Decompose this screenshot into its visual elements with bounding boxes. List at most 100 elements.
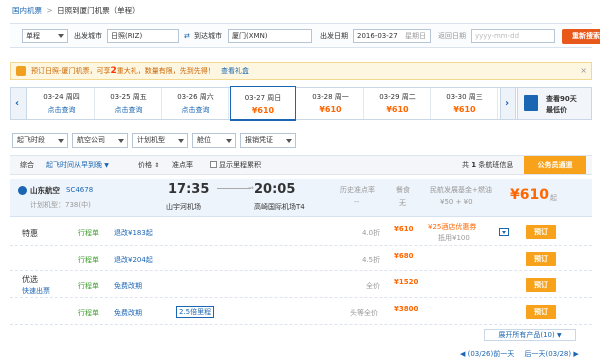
trip-type-value: 单程 xyxy=(26,32,40,40)
date-price: ¥610 xyxy=(386,105,409,114)
breadcrumb-separator: > xyxy=(46,6,53,15)
filter-label: 起飞时段 xyxy=(17,136,45,144)
lowest-price: ¥610 xyxy=(510,187,549,203)
aircraft-type[interactable]: 计划机型：738(中) xyxy=(30,200,91,210)
return-date-input[interactable]: yyyy-mm-dd xyxy=(471,29,555,43)
date-price: 点击查询 xyxy=(47,106,76,114)
date-tab-0327-selected[interactable]: 03-27 周日 ¥610 xyxy=(230,86,296,121)
voucher-type: 行程单 xyxy=(78,309,99,317)
search-button[interactable]: 重新搜索 xyxy=(562,29,600,44)
date-tab-0329[interactable]: 03-29 周二 ¥610 xyxy=(365,88,431,119)
depart-airport: 山宇河机场 xyxy=(166,203,201,211)
swap-cities-icon[interactable]: ⇄ xyxy=(184,29,190,43)
refund-rule-link[interactable]: 退改¥204起 xyxy=(114,255,153,265)
return-date-label: 返回日期 xyxy=(438,32,466,40)
filter-cabin[interactable]: 舱位 xyxy=(192,133,236,148)
depart-date-input[interactable]: 2016-03-27 星期日 xyxy=(353,29,431,43)
arrow-right-icon: → xyxy=(248,184,254,192)
count-suffix: 条航班信息 xyxy=(478,161,514,169)
lowest-price-calendar-button[interactable]: 查看90天 最低价 xyxy=(517,88,591,119)
airline-name: 山东航空 xyxy=(30,186,60,195)
next-week-button[interactable]: › xyxy=(500,88,516,119)
change-rule-link[interactable]: 免费改期 xyxy=(114,281,142,291)
breadcrumb: 国内机票 > 日照到厦门机票（单程） xyxy=(12,5,140,16)
sort-depart-time[interactable]: 起飞时间从早到晚 ▼ xyxy=(46,156,109,175)
discount: 4.0折 xyxy=(362,229,381,237)
chevron-down-icon xyxy=(118,139,124,143)
filter-aircraft[interactable]: 计划机型 xyxy=(132,133,188,148)
date-tab-0325[interactable]: 03-25 周五 点击查询 xyxy=(96,88,162,119)
date-tab-0326[interactable]: 03-26 周六 点击查询 xyxy=(163,88,229,119)
fare-price: ¥680 xyxy=(394,252,414,260)
refund-rule-link[interactable]: 退改¥183起 xyxy=(114,228,153,238)
sort-price-label: 价格 xyxy=(138,161,152,169)
expand-all-products-button[interactable]: 展开所有产品(10) ▼ xyxy=(484,329,576,341)
date-label: 03-24 周四 xyxy=(43,93,80,101)
filter-airline[interactable]: 航空公司 xyxy=(72,133,128,148)
sort-price[interactable]: 价格 ⇕ xyxy=(138,156,159,175)
book-button[interactable]: 预订 xyxy=(526,278,556,292)
filter-label: 计划机型 xyxy=(137,136,165,144)
book-button[interactable]: 预订 xyxy=(526,305,556,319)
date-tab-0328[interactable]: 03-28 周一 ¥610 xyxy=(298,88,364,119)
fare-group-label: 特惠 xyxy=(22,229,38,238)
sort-down-icon: ▼ xyxy=(104,162,109,169)
arrive-airport: 高崎国际机场T4 xyxy=(254,203,305,211)
date-tab-0330[interactable]: 03-30 周三 ¥610 xyxy=(432,88,498,119)
checkbox[interactable] xyxy=(210,161,217,168)
fare-row: 优选 快速出票 行程单 免费改期 全价 ¥1520 预订 xyxy=(10,272,592,298)
close-icon[interactable]: × xyxy=(580,63,587,79)
promo-text-suffix: 重大礼，数量有限，先到先得！ xyxy=(116,67,215,75)
show-mileage-label: 显示里程累积 xyxy=(219,161,261,169)
date-price: ¥610 xyxy=(319,105,342,114)
civil-servant-channel-button[interactable]: 公务员通道 xyxy=(524,156,586,174)
breadcrumb-home-link[interactable]: 国内机票 xyxy=(12,6,42,15)
fee-label: 民航发展基金+燃油 xyxy=(430,186,492,194)
date-strip: ‹ 03-24 周四 点击查询 03-25 周五 点击查询 03-26 周六 点… xyxy=(10,86,592,121)
filter-receipt[interactable]: 报销凭证 xyxy=(240,133,296,148)
depart-time: 17:35 xyxy=(168,182,210,197)
to-city-input[interactable]: 厦门(XMN) xyxy=(228,29,312,43)
chevron-down-icon xyxy=(286,139,292,143)
fare-price: ¥610 xyxy=(394,225,414,233)
date-price: ¥610 xyxy=(251,106,275,115)
change-rule-link[interactable]: 免费改期 xyxy=(114,308,142,318)
flight-number[interactable]: SC4678 xyxy=(66,186,93,194)
hotel-coupon: ¥25酒店优惠券 xyxy=(428,223,477,231)
discount: 头等全价 xyxy=(350,309,378,317)
expand-label: 展开所有产品(10) xyxy=(498,331,555,339)
prev-day-link[interactable]: ◀ (03/26)前一天 xyxy=(460,350,514,358)
date-label: 03-28 周一 xyxy=(312,93,349,101)
trip-type-select[interactable]: 单程 xyxy=(22,29,68,43)
depart-date-label: 出发日期 xyxy=(320,32,348,40)
date-label: 03-25 周五 xyxy=(110,93,147,101)
fare-row: 行程单 退改¥204起 4.5折 ¥680 预订 xyxy=(10,247,592,271)
promo-link[interactable]: 查看礼盒 xyxy=(221,67,249,75)
prev-week-button[interactable]: ‹ xyxy=(11,88,27,119)
chevron-down-icon xyxy=(58,34,64,38)
date-tab-0324[interactable]: 03-24 周四 点击查询 xyxy=(29,88,95,119)
book-button[interactable]: 预订 xyxy=(526,225,556,239)
show-mileage-toggle[interactable]: 显示里程累积 xyxy=(210,156,261,174)
sort-all[interactable]: 综合 xyxy=(20,156,34,174)
promo-text: 预订日照-厦门机票，可享 xyxy=(31,67,111,75)
filter-depart-time[interactable]: 起飞时段 xyxy=(12,133,68,148)
coupon-sub: 抵用¥100 xyxy=(438,234,470,242)
fare-group-label: 优选 xyxy=(22,275,38,284)
airline-logo-icon xyxy=(18,186,27,195)
depart-weekday: 星期日 xyxy=(405,32,426,40)
search-bar: 单程 出发城市 日照(RIZ) ⇄ 到达城市 厦门(XMN) 出发日期 2016… xyxy=(10,23,600,48)
to-city-label: 到达城市 xyxy=(194,32,222,40)
chevron-down-icon: ▼ xyxy=(556,332,562,339)
mileage-badge: 2.5倍里程 xyxy=(176,306,215,318)
meal-value: 无 xyxy=(399,199,406,207)
book-button[interactable]: 预订 xyxy=(526,252,556,266)
sort-ontime[interactable]: 准点率 xyxy=(172,156,193,174)
day-pager: ◀ (03/26)前一天 后一天(03/28) ▶ xyxy=(460,349,579,359)
from-city-input[interactable]: 日照(RIZ) xyxy=(107,29,179,43)
next-day-link[interactable]: 后一天(03/28) ▶ xyxy=(524,350,578,358)
filter-label: 航空公司 xyxy=(77,136,105,144)
fare-detail-dropdown-icon[interactable] xyxy=(499,228,509,236)
breadcrumb-current: 日照到厦门机票（单程） xyxy=(57,6,140,15)
date-price: ¥610 xyxy=(453,105,476,114)
